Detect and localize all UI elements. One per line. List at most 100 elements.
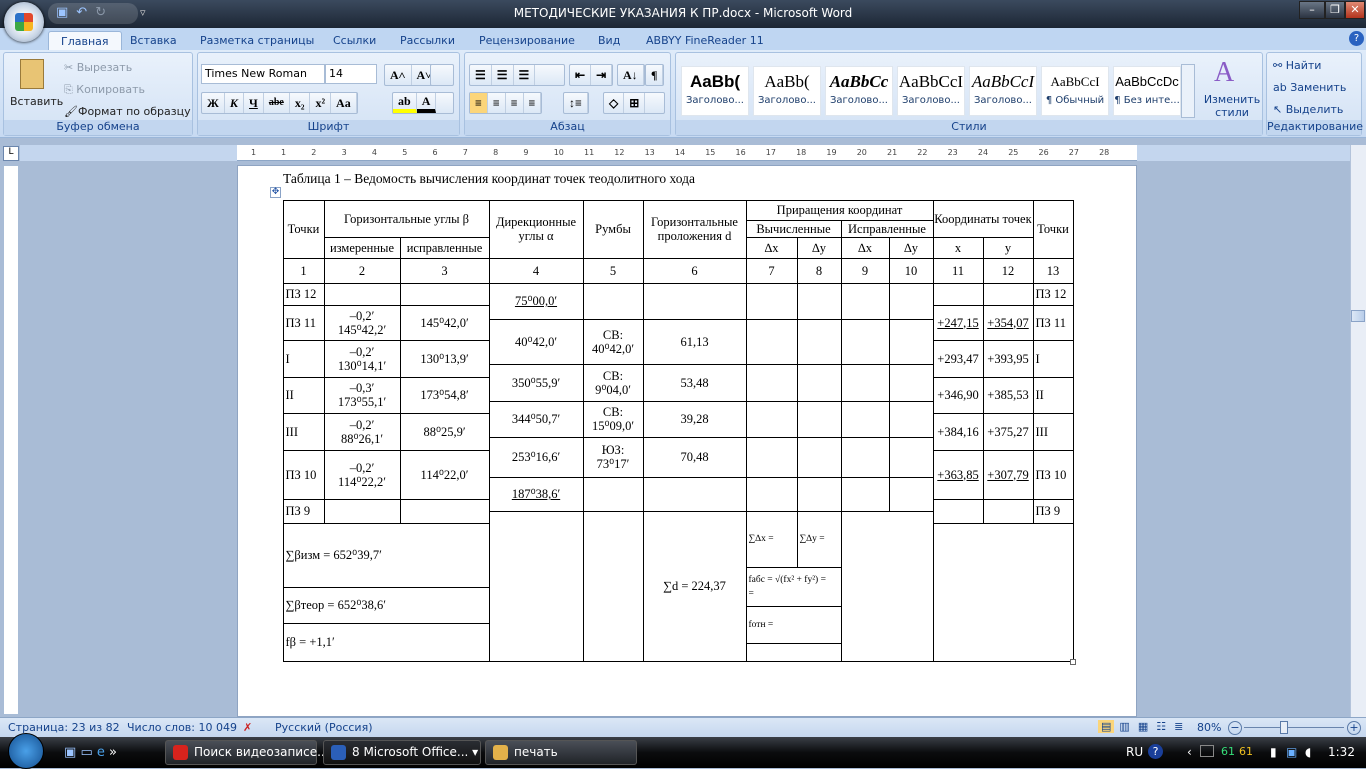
font-color-icon[interactable]: A (416, 93, 437, 113)
line-increment[interactable] (796, 318, 842, 365)
justify-icon[interactable]: ≡ (524, 93, 542, 113)
station-point-right[interactable]: ПЗ 9 (1032, 498, 1074, 524)
column-number[interactable]: 6 (642, 257, 747, 284)
station-y[interactable] (982, 282, 1034, 306)
station-measured[interactable]: –0,2ʹ 145⁰42,2ʹ (323, 304, 401, 341)
station-y[interactable]: +375,27 (982, 412, 1034, 451)
copy-button[interactable]: ⎘ Копировать (64, 83, 145, 97)
header-points[interactable]: Точки (282, 199, 325, 259)
empty-cell[interactable] (582, 510, 644, 662)
horizontal-ruler[interactable]: 1 1 2 3 4 5 6 7 8 9 10 11 12 13 14 15 16 17 18 19 20 21 22 23 24… (237, 145, 1137, 161)
zoom-slider-thumb[interactable] (1280, 721, 1288, 734)
line-increment[interactable] (840, 282, 890, 320)
line-increment[interactable] (796, 282, 842, 320)
line-increment[interactable] (796, 363, 842, 402)
station-measured[interactable]: –0,2ʹ 130⁰14,1ʹ (323, 339, 401, 378)
show-marks-button[interactable]: ¶ (645, 64, 665, 86)
vertical-ruler[interactable] (3, 165, 19, 715)
zoom-level[interactable]: 80% (1197, 721, 1221, 734)
clock[interactable]: 1:32 (1328, 745, 1355, 759)
line-increment[interactable] (888, 476, 934, 512)
tab-home[interactable]: Главная (48, 31, 122, 50)
station-measured[interactable] (323, 282, 401, 306)
sum-dy[interactable]: ∑∆y = (796, 510, 842, 568)
column-number[interactable]: 7 (745, 257, 798, 284)
font-name-select[interactable]: Times New Roman (201, 64, 325, 84)
line-dir-angle[interactable]: 75⁰00,0ʹ (488, 282, 584, 320)
close-button[interactable]: ✕ (1345, 1, 1365, 19)
station-y[interactable]: +393,95 (982, 339, 1034, 378)
cut-button[interactable]: ✂ Вырезать (64, 61, 132, 74)
line-increment[interactable] (888, 318, 934, 365)
station-x[interactable]: +384,16 (932, 412, 984, 451)
station-corrected[interactable]: 145⁰42,0ʹ (399, 304, 490, 341)
station-measured[interactable]: –0,2ʹ 114⁰22,2ʹ (323, 449, 401, 500)
font-size-select[interactable]: 14 (325, 64, 377, 84)
start-button[interactable] (8, 733, 44, 769)
station-point[interactable]: III (282, 412, 325, 451)
line-increment[interactable] (745, 363, 798, 402)
style-item[interactable]: AaBb(Заголово... (681, 66, 749, 116)
taskbar-item-browser[interactable]: Поиск видеозаписе... (165, 740, 329, 765)
line-increment[interactable] (796, 476, 842, 512)
network-icon[interactable]: ▣ (1286, 745, 1297, 759)
column-number[interactable]: 11 (932, 257, 984, 284)
line-dir-angle[interactable]: 350⁰55,9ʹ (488, 363, 584, 402)
vertical-scrollbar[interactable] (1350, 145, 1366, 717)
sum-dx[interactable]: ∑∆x = (745, 510, 798, 568)
station-x[interactable]: +293,47 (932, 339, 984, 378)
station-corrected[interactable] (399, 498, 490, 524)
draft-icon[interactable]: ≣ (1171, 720, 1186, 733)
column-number[interactable]: 2 (323, 257, 401, 284)
taskbar-item-word[interactable]: 8 Microsoft Office... ▾ (323, 740, 481, 765)
restore-button[interactable]: ❐ (1325, 1, 1345, 19)
switch-windows-icon[interactable]: ▭ (80, 745, 92, 760)
line-increment[interactable] (745, 436, 798, 478)
table-resize-handle[interactable] (1070, 659, 1076, 665)
header-measured[interactable]: измеренные (323, 236, 401, 259)
increase-indent-icon[interactable]: ⇥ (591, 65, 613, 85)
header-increments[interactable]: Приращения координат (745, 199, 934, 221)
style-item[interactable]: AaBbCc Заголово... (825, 66, 893, 116)
line-dir-angle[interactable]: 40⁰42,0ʹ (488, 318, 584, 365)
minimize-button[interactable]: – (1299, 1, 1325, 19)
save-icon[interactable]: ▣ (56, 5, 68, 22)
line-distance[interactable] (642, 282, 747, 320)
station-y[interactable]: +385,53 (982, 376, 1034, 414)
line-increment[interactable] (745, 400, 798, 438)
line-dir-angle[interactable]: 187⁰38,6ʹ (488, 476, 584, 512)
station-measured[interactable]: –0,2ʹ 88⁰26,1ʹ (323, 412, 401, 451)
tab-review[interactable]: Рецензирование (479, 31, 575, 50)
word-count[interactable]: Число слов: 10 049 (127, 721, 237, 734)
header-computed[interactable]: Вычисленные (745, 219, 842, 238)
find-button[interactable]: ⚯ Найти (1273, 59, 1321, 72)
station-point[interactable]: ПЗ 11 (282, 304, 325, 341)
header-x[interactable]: x (932, 236, 984, 259)
station-point[interactable]: ПЗ 10 (282, 449, 325, 500)
change-styles-button[interactable]: Изменить стили (1202, 93, 1262, 119)
station-point[interactable]: II (282, 376, 325, 414)
line-increment[interactable] (796, 400, 842, 438)
power-icon[interactable]: ▮ (1270, 745, 1277, 759)
column-number[interactable]: 9 (840, 257, 890, 284)
zoom-slider[interactable] (1244, 727, 1344, 728)
monitor-icon[interactable] (1200, 745, 1214, 757)
select-button[interactable]: ↖ Выделить (1273, 103, 1343, 116)
line-increment[interactable] (745, 318, 798, 365)
sort-button[interactable]: A↓ (617, 64, 645, 86)
line-increment[interactable] (796, 436, 842, 478)
align-left-icon[interactable]: ≡ (470, 93, 488, 113)
underline-button[interactable]: Ч (244, 93, 264, 113)
zoom-out-button[interactable]: − (1228, 721, 1242, 735)
station-y[interactable]: +307,79 (982, 449, 1034, 500)
line-bearing[interactable] (582, 476, 644, 512)
help-tray-icon[interactable]: ? (1148, 744, 1163, 759)
customize-qat-icon[interactable]: ▿ (140, 6, 146, 19)
station-x[interactable]: +247,15 (932, 304, 984, 341)
sum-beta-measured[interactable]: ∑βизм = 652⁰39,7ʹ (282, 522, 490, 588)
line-increment[interactable] (840, 436, 890, 478)
office-button[interactable] (4, 2, 44, 42)
station-measured[interactable]: –0,3ʹ 173⁰55,1ʹ (323, 376, 401, 414)
column-number[interactable]: 4 (488, 257, 584, 284)
help-icon[interactable]: ? (1349, 31, 1364, 46)
